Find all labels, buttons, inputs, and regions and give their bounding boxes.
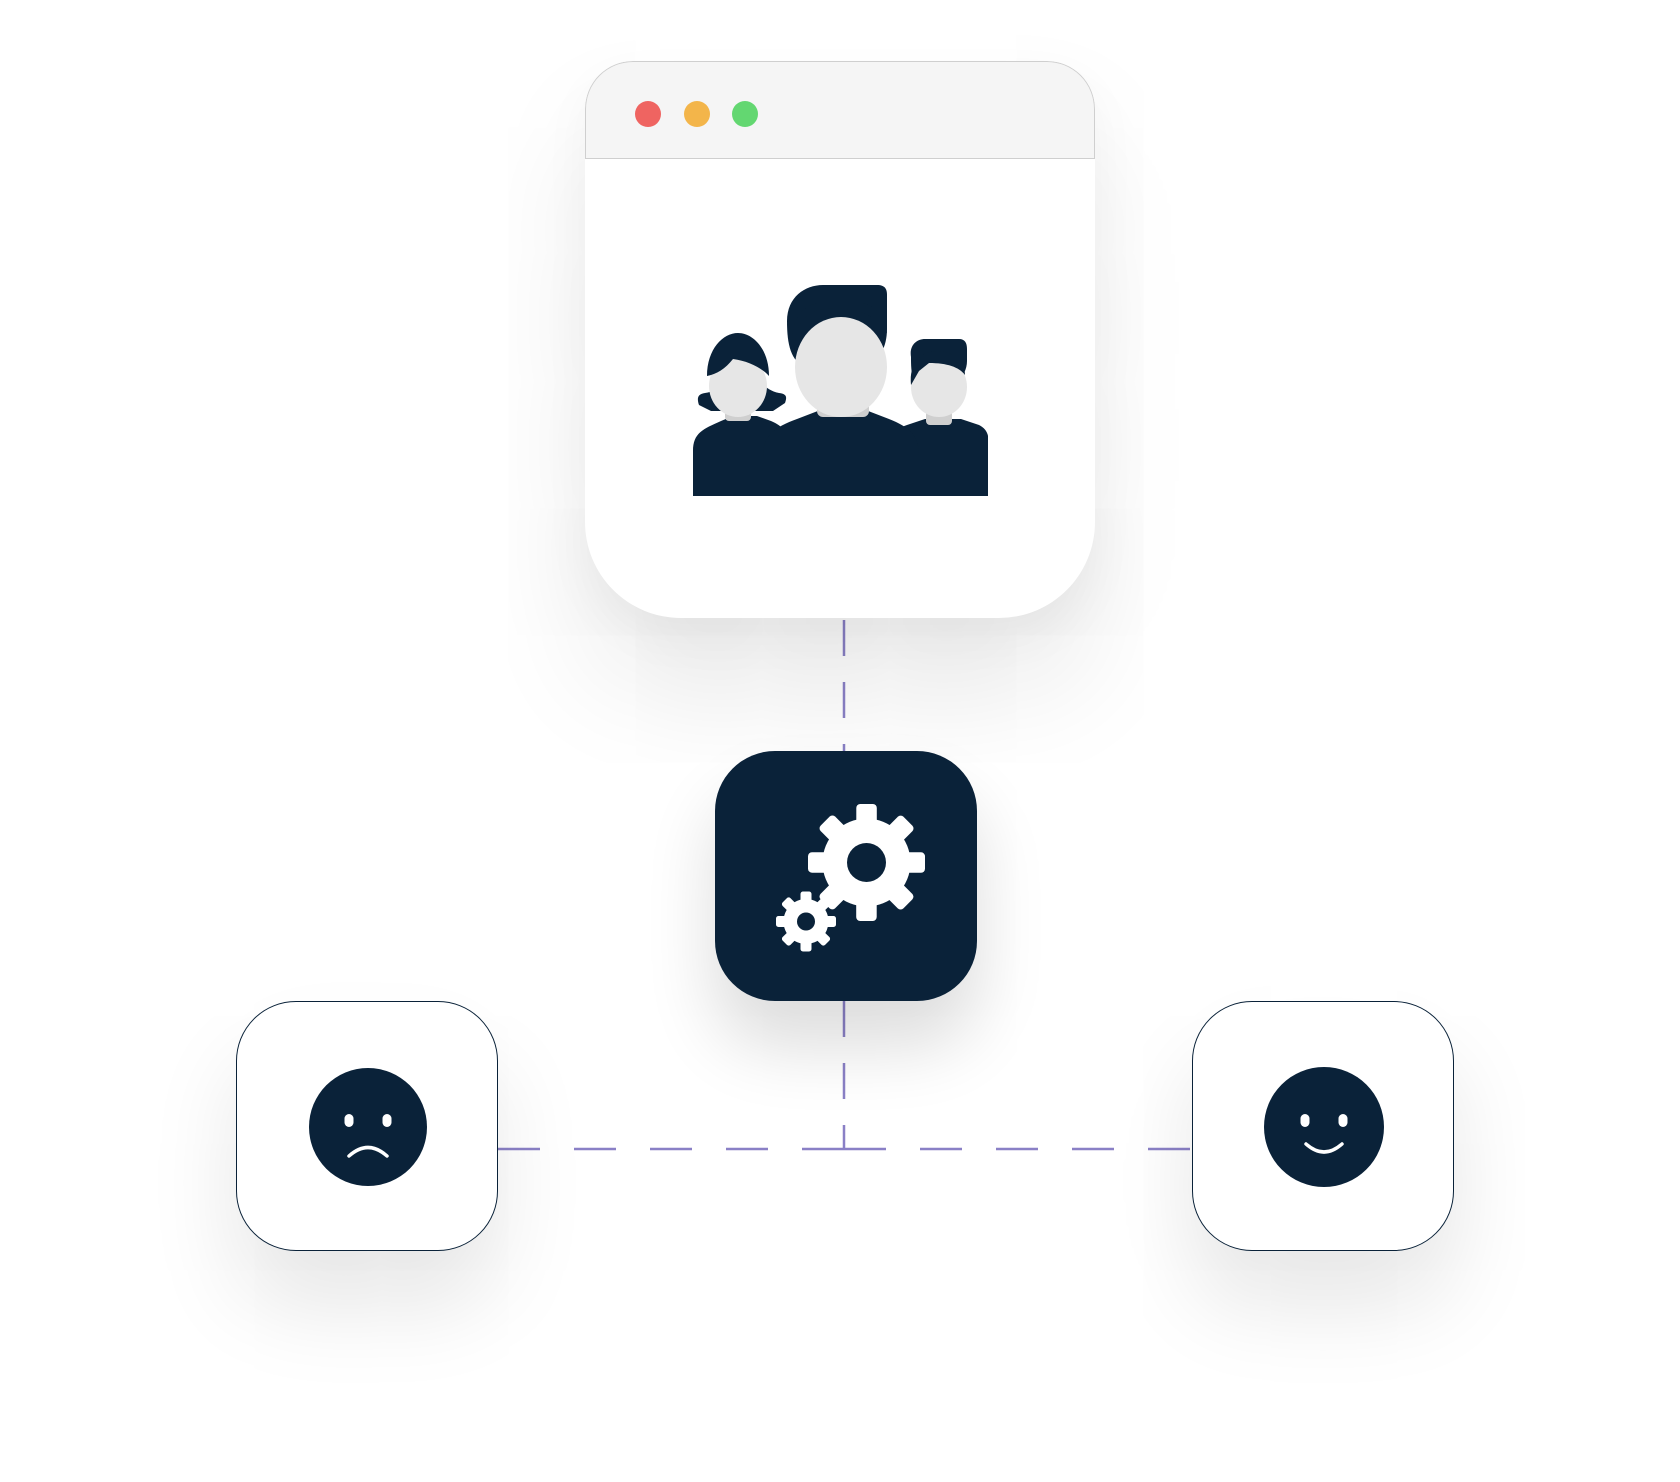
sad-face-icon xyxy=(309,1068,427,1186)
window-minimize-button[interactable] xyxy=(684,101,710,127)
gears-icon xyxy=(715,751,977,1001)
window-maximize-button[interactable] xyxy=(732,101,758,127)
team-icon xyxy=(693,285,988,496)
happy-face-icon xyxy=(1264,1067,1384,1187)
gears-tile xyxy=(715,751,977,1001)
sad-outcome-tile xyxy=(236,1001,498,1251)
happy-outcome-tile xyxy=(1192,1001,1454,1251)
window-title-bar xyxy=(585,61,1095,159)
window-close-button[interactable] xyxy=(635,101,661,127)
browser-window xyxy=(585,61,1095,618)
